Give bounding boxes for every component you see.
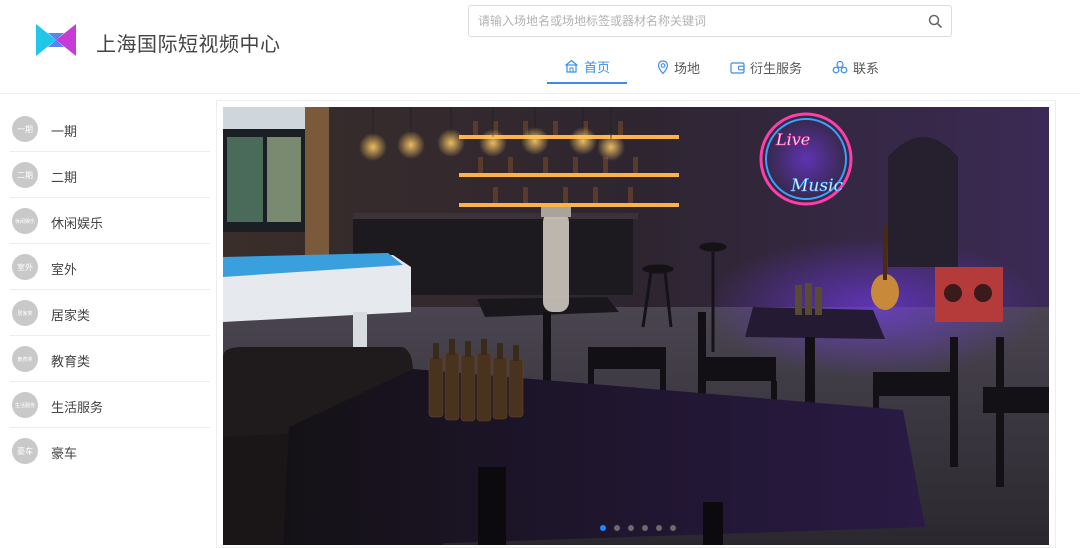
nav-item-services[interactable]: 衍生服务 [730, 50, 802, 84]
category-badge: 一期 [12, 116, 38, 142]
sidebar-item-label: 豪车 [51, 446, 78, 461]
nav-item-contact[interactable]: 联系 [832, 50, 879, 84]
banner-image: Live Music [223, 107, 1049, 545]
sidebar-item-outdoor[interactable]: 室外 室外 [10, 244, 210, 290]
category-badge: 二期 [12, 162, 38, 188]
search-input[interactable] [478, 6, 918, 36]
search-icon[interactable] [928, 14, 942, 28]
carousel-dot[interactable] [642, 525, 648, 531]
carousel-dot[interactable] [670, 525, 676, 531]
carousel-indicators [600, 525, 684, 531]
sidebar-item-leisure[interactable]: 休闲娱乐 休闲娱乐 [10, 198, 210, 244]
carousel-dot[interactable] [628, 525, 634, 531]
sidebar-item-luxury-car[interactable]: 豪车 豪车 [10, 428, 210, 474]
nav-label: 衍生服务 [750, 60, 803, 76]
nav-label: 首页 [584, 59, 611, 75]
logo-icon[interactable] [36, 22, 76, 58]
nav-label: 场地 [674, 60, 701, 76]
nav-label: 联系 [853, 60, 880, 76]
carousel-dot[interactable] [614, 525, 620, 531]
location-pin-icon [657, 59, 669, 74]
contact-icon [832, 60, 848, 73]
category-badge: 教育类 [12, 346, 38, 372]
neon-music-text: Music [790, 176, 844, 196]
sidebar-item-life-services[interactable]: 生活服务 生活服务 [10, 382, 210, 428]
sidebar-item-home[interactable]: 居家类 居家类 [10, 290, 210, 336]
nav-item-venue[interactable]: 场地 [657, 50, 700, 84]
banner-carousel[interactable]: Live Music [223, 107, 1049, 545]
main-nav: 首页 场地 衍生服务 联系 [547, 50, 909, 86]
header: 上海国际短视频中心 首页 场地 [0, 0, 1080, 94]
sidebar-item-label: 居家类 [51, 308, 91, 323]
sidebar-item-education[interactable]: 教育类 教育类 [10, 336, 210, 382]
sidebar-item-label: 一期 [51, 124, 78, 139]
sidebar-item-label: 休闲娱乐 [51, 216, 104, 231]
sidebar-item-label: 教育类 [51, 354, 91, 369]
category-badge: 豪车 [12, 438, 38, 464]
search-box [468, 5, 952, 37]
category-badge: 室外 [12, 254, 38, 280]
category-sidebar: 一期 一期 二期 二期 休闲娱乐 休闲娱乐 室外 室外 居家类 居家类 教育类 … [0, 106, 210, 474]
category-badge: 休闲娱乐 [12, 208, 38, 234]
category-badge: 生活服务 [12, 392, 38, 418]
home-icon [565, 59, 578, 73]
neon-live-text: Live [775, 130, 810, 149]
nav-item-home[interactable]: 首页 [547, 50, 628, 84]
sidebar-item-phase-1[interactable]: 一期 一期 [10, 106, 210, 152]
site-title: 上海国际短视频中心 [96, 34, 281, 56]
carousel-dot[interactable] [656, 525, 662, 531]
sidebar-item-label: 生活服务 [51, 400, 104, 415]
sidebar-item-label: 室外 [51, 262, 78, 277]
category-badge: 居家类 [12, 300, 38, 326]
carousel-dot[interactable] [600, 525, 606, 531]
sidebar-item-phase-2[interactable]: 二期 二期 [10, 152, 210, 198]
wallet-icon [730, 61, 745, 74]
sidebar-item-label: 二期 [51, 170, 78, 185]
